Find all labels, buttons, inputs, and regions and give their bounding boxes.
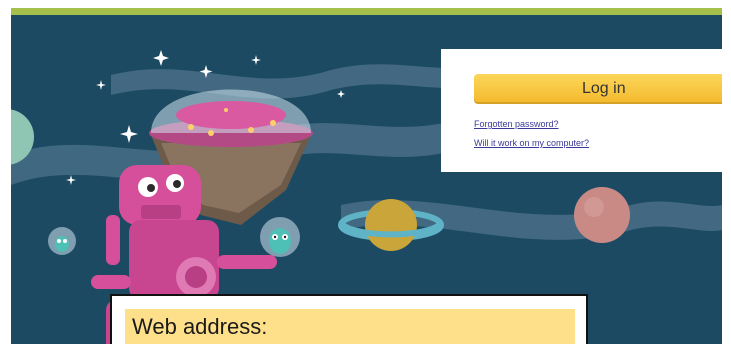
screenshot-frame: Log in Forgotten password? Will it work … bbox=[0, 0, 731, 344]
web-address-field: Web address: bbox=[125, 309, 575, 344]
log-in-button[interactable]: Log in bbox=[474, 74, 722, 104]
login-panel: Log in Forgotten password? Will it work … bbox=[441, 49, 722, 172]
web-address-callout: Web address: bbox=[110, 294, 588, 344]
alien-icon bbox=[48, 227, 76, 255]
forgotten-password-link[interactable]: Forgotten password? bbox=[474, 119, 559, 129]
pink-planet-icon bbox=[574, 187, 630, 243]
web-address-label: Web address: bbox=[132, 314, 268, 339]
alien-icon bbox=[260, 217, 300, 257]
compatibility-link[interactable]: Will it work on my computer? bbox=[474, 138, 589, 148]
top-accent-bar bbox=[11, 8, 722, 15]
